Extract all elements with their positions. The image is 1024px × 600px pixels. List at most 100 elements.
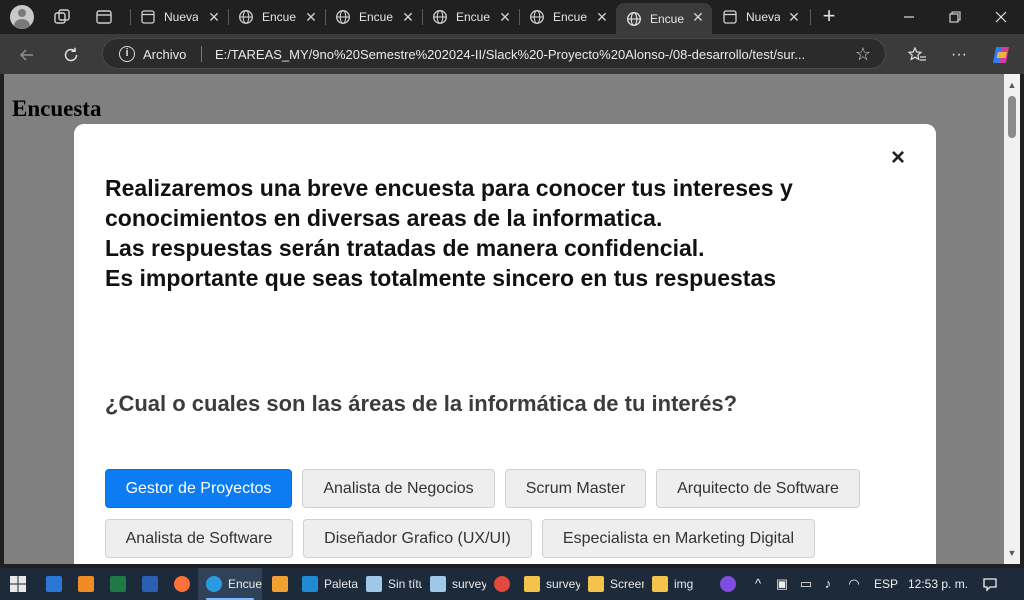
page-scrollbar[interactable]: ▲ ▼ [1004, 74, 1020, 564]
scroll-up-arrow-icon[interactable]: ▲ [1007, 80, 1017, 90]
info-icon[interactable]: i [119, 46, 135, 62]
option-disenador-grafico-button[interactable]: Diseñador Grafico (UX/UI) [303, 519, 532, 558]
mail-app-icon[interactable] [38, 568, 70, 600]
page-title: Encuesta [12, 96, 102, 121]
page-icon [722, 9, 738, 25]
sublime-app-icon[interactable] [70, 568, 102, 600]
globe-icon [238, 9, 254, 25]
favorites-icon[interactable] [904, 42, 930, 68]
tab-encuesta-1[interactable]: Encuesta ✕ [228, 3, 325, 31]
restore-window-icon[interactable] [932, 0, 978, 34]
close-tab-icon[interactable]: ✕ [690, 9, 706, 25]
modal-close-icon[interactable]: × [888, 146, 908, 170]
workspaces-icon[interactable] [52, 7, 72, 27]
taskbar-edge-encuesta[interactable]: Encuesta [198, 568, 262, 600]
option-gestor-de-proyectos-button[interactable]: Gestor de Proyectos [105, 469, 292, 508]
close-tab-icon[interactable]: ✕ [594, 9, 610, 25]
folder-icon [524, 576, 540, 592]
refresh-icon[interactable] [58, 42, 84, 68]
close-tab-icon[interactable]: ✕ [497, 9, 513, 25]
system-clock[interactable]: 12:53 p. m. [908, 577, 968, 591]
globe-icon [432, 9, 448, 25]
excel-app-icon[interactable] [102, 568, 134, 600]
tab-nueva-pestana-2[interactable]: Nueva pestaña ✕ [712, 3, 808, 31]
copilot-icon[interactable] [988, 42, 1014, 68]
tab-title: Encuesta [262, 10, 296, 24]
chrome-app-icon[interactable] [486, 568, 516, 600]
taskbar-folder-screenshots[interactable]: Screenshots [580, 568, 644, 600]
tab-title: Nueva pestaña [164, 10, 198, 24]
tab-nueva-pestana-1[interactable]: Nueva pestaña ✕ [130, 3, 228, 31]
option-marketing-digital-button[interactable]: Especialista en Marketing Digital [542, 519, 815, 558]
volume-icon[interactable]: ♪ [820, 576, 836, 592]
tab-title: Encuesta [456, 10, 490, 24]
close-tab-icon[interactable]: ✕ [786, 9, 802, 25]
notifications-icon[interactable] [982, 576, 998, 592]
survey-question: ¿Cual o cuales son las áreas de la infor… [105, 391, 738, 416]
tab-title: Encuesta [650, 11, 684, 26]
browser-tab-strip: Nueva pestaña ✕ Encuesta ✕ Encuesta ✕ En… [0, 0, 1024, 34]
firefox-app-icon[interactable] [166, 568, 198, 600]
tab-encuesta-2[interactable]: Encuesta ✕ [325, 3, 422, 31]
new-tab-plus-icon[interactable]: + [818, 5, 840, 28]
globe-icon [626, 11, 642, 27]
survey-modal: × Realizaremos una breve encuesta para c… [74, 124, 936, 564]
show-hidden-icons-chevron-icon[interactable]: ^ [750, 576, 766, 592]
intro-text: Realizaremos una breve encuesta para con… [105, 173, 865, 293]
windows-taskbar: Encuesta Paleta Sin título survey survey… [0, 568, 1024, 600]
page-icon [140, 9, 156, 25]
vertical-tabs-icon[interactable] [94, 7, 114, 27]
folder-icon [652, 576, 668, 592]
tab-encuesta-active[interactable]: Encuesta ✕ [616, 3, 712, 34]
folder-icon [588, 576, 604, 592]
profile-avatar-icon[interactable] [10, 5, 34, 29]
more-options-icon[interactable]: ··· [946, 42, 972, 68]
tab-encuesta-3[interactable]: Encuesta ✕ [422, 3, 519, 31]
close-tab-icon[interactable]: ✕ [303, 9, 319, 25]
battery-saver-icon[interactable]: ▣ [774, 576, 790, 592]
edge-icon [206, 576, 222, 592]
page-viewport: Encuesta × Realizaremos una breve encues… [4, 74, 1004, 564]
start-button[interactable] [0, 568, 36, 600]
close-tab-icon[interactable]: ✕ [206, 9, 222, 25]
globe-icon [335, 9, 351, 25]
recording-app-icon[interactable] [712, 568, 744, 600]
intro-line: conocimientos en diversas areas de la in… [105, 205, 663, 231]
media-player-icon[interactable] [264, 568, 294, 600]
file-scheme-label: Archivo [143, 47, 187, 62]
battery-icon[interactable]: ▭ [798, 576, 814, 592]
taskbar-folder-img[interactable]: img [644, 568, 712, 600]
tab-title: Encuesta [553, 10, 587, 24]
option-scrum-master-button[interactable]: Scrum Master [505, 469, 646, 508]
back-arrow-icon[interactable] [14, 42, 40, 68]
vscode-icon [302, 576, 318, 592]
favorite-star-icon[interactable]: ☆ [853, 44, 873, 64]
option-arquitecto-de-software-button[interactable]: Arquitecto de Software [656, 469, 860, 508]
input-language[interactable]: ESP [874, 577, 898, 591]
address-bar[interactable]: i Archivo E:/TAREAS_MY/9no%20Semestre%20… [102, 38, 886, 69]
intro-line: Realizaremos una breve encuesta para con… [105, 175, 793, 201]
notepad-icon [366, 576, 382, 592]
option-analista-de-software-button[interactable]: Analista de Software [105, 519, 293, 558]
tab-title: Nueva pestaña [746, 10, 780, 24]
intro-line: Es importante que seas totalmente sincer… [105, 265, 777, 291]
url-text[interactable]: E:/TAREAS_MY/9no%20Semestre%202024-II/Sl… [215, 47, 843, 62]
tab-encuesta-4[interactable]: Encuesta ✕ [519, 3, 616, 31]
globe-icon [529, 9, 545, 25]
tab-title: Encuesta [359, 10, 393, 24]
taskbar-vscode[interactable]: Paleta [294, 568, 358, 600]
close-window-icon[interactable] [978, 0, 1024, 34]
taskbar-folder-survey[interactable]: survey [516, 568, 580, 600]
taskbar-notepad-1[interactable]: Sin título [358, 568, 422, 600]
wifi-icon[interactable]: ◠ [846, 576, 862, 592]
minimize-window-icon[interactable] [886, 0, 932, 34]
scroll-down-arrow-icon[interactable]: ▼ [1007, 548, 1017, 558]
intro-line: Las respuestas serán tratadas de manera … [105, 235, 705, 261]
taskbar-notepad-2[interactable]: survey [422, 568, 486, 600]
browser-toolbar: i Archivo E:/TAREAS_MY/9no%20Semestre%20… [0, 34, 1024, 74]
word-app-icon[interactable] [134, 568, 166, 600]
notepad-icon [430, 576, 446, 592]
option-analista-de-negocios-button[interactable]: Analista de Negocios [302, 469, 495, 508]
scroll-thumb[interactable] [1008, 96, 1016, 138]
close-tab-icon[interactable]: ✕ [400, 9, 416, 25]
